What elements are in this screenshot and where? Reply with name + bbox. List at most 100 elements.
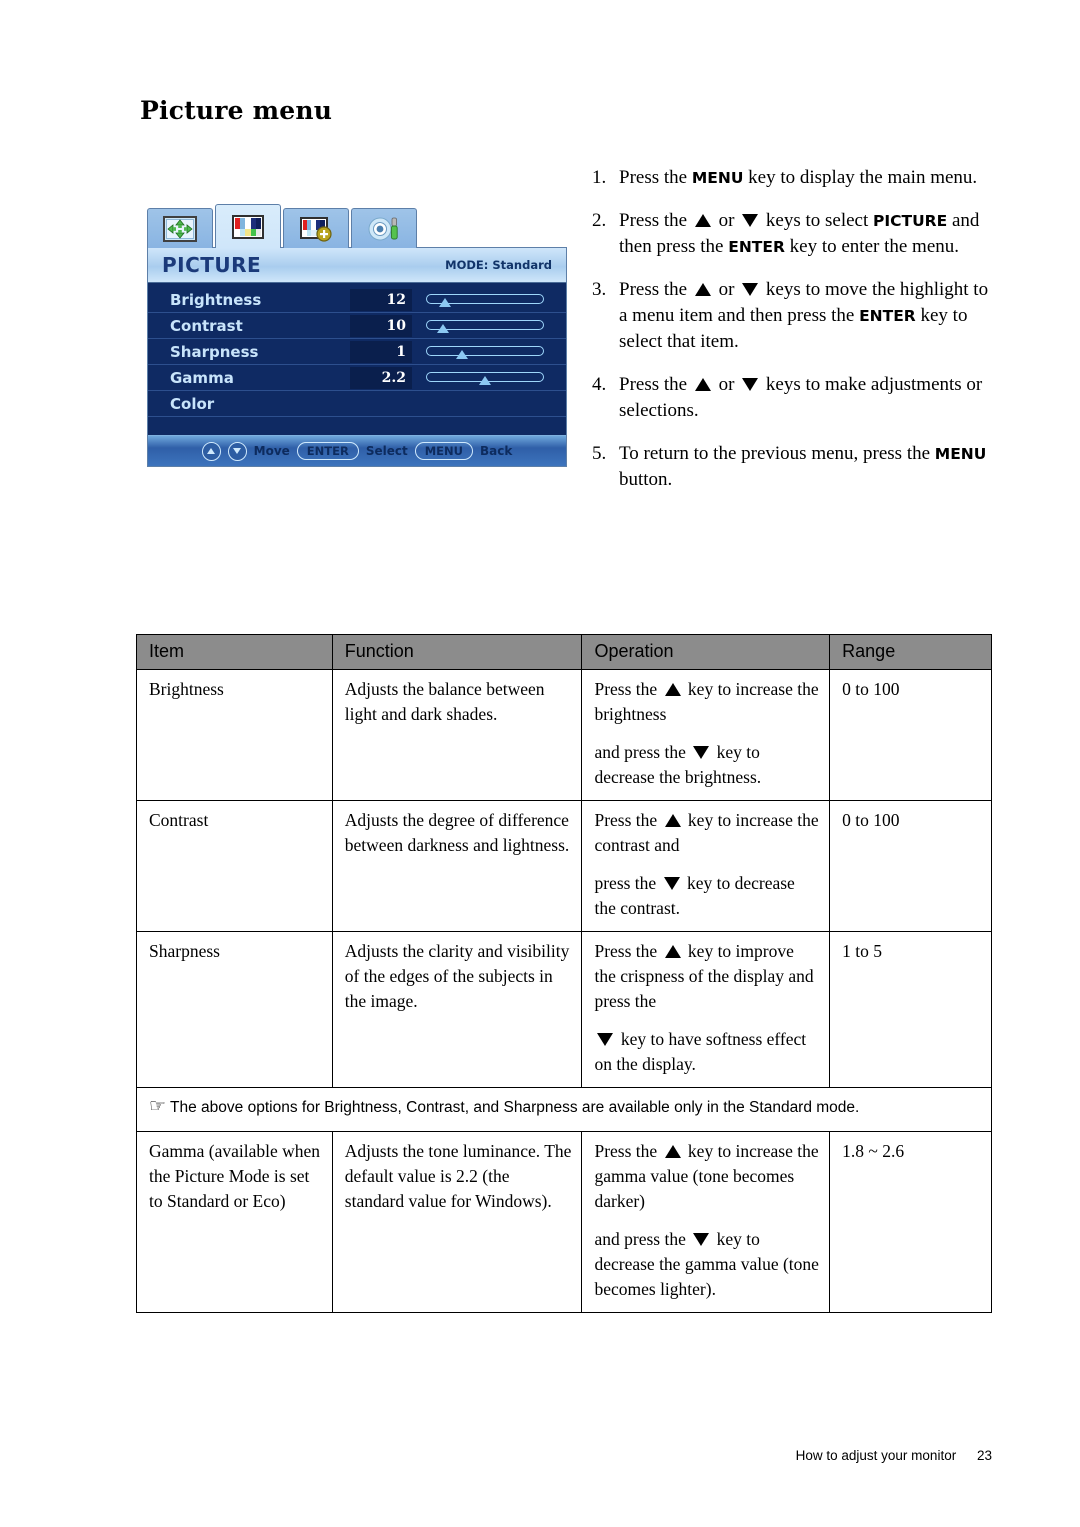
gear-screwdriver-icon xyxy=(368,217,398,240)
osd-item-label: Contrast xyxy=(170,316,243,335)
operation-paragraph: and press the key to decrease the bright… xyxy=(594,742,762,787)
operation-paragraph: press the key to decrease the contrast. xyxy=(594,873,795,918)
table-header-row: Item Function Operation Range xyxy=(136,634,992,670)
osd-up-button[interactable] xyxy=(201,441,221,461)
cell-range: 0 to 100 xyxy=(829,669,992,801)
triangle-up-icon xyxy=(664,945,681,958)
cell-function: Adjusts the degree of difference between… xyxy=(331,800,583,932)
osd-down-button[interactable] xyxy=(227,441,247,461)
key-name: ENTER xyxy=(728,238,785,256)
cell-operation: Press the key to improve the crispness o… xyxy=(581,931,831,1088)
operation-paragraph: Press the key to improve the crispness o… xyxy=(594,941,814,1011)
table-row: Brightness Adjusts the balance between li… xyxy=(136,669,992,801)
step-number: 4. xyxy=(592,374,607,395)
table-note-row: ☞ The above options for Brightness, Contr… xyxy=(136,1087,992,1132)
osd-item-value: 2.2 xyxy=(350,366,412,389)
osd-tab-display[interactable] xyxy=(147,208,213,248)
function-paragraph: Adjusts the tone luminance. The default … xyxy=(344,1141,572,1211)
triangle-down-icon xyxy=(663,877,680,890)
osd-item-label: Color xyxy=(170,394,215,413)
operation-paragraph: key to have softness effect on the displ… xyxy=(594,1029,807,1074)
triangle-down-icon xyxy=(742,378,759,391)
page-footer: How to adjust your monitor 23 xyxy=(796,1448,992,1463)
step-text: Press the or keys to select PICTURE and … xyxy=(619,210,980,257)
triangle-down-icon xyxy=(742,283,759,296)
triangle-down-icon xyxy=(597,1033,614,1046)
osd-item-slider[interactable] xyxy=(426,318,544,334)
cell-operation: Press the key to increase the contrast a… xyxy=(581,800,831,932)
page-title: Picture menu xyxy=(140,96,333,125)
function-paragraph: Adjusts the balance between light and da… xyxy=(344,679,545,724)
table-header-operation: Operation xyxy=(581,634,831,670)
step-number: 3. xyxy=(592,279,607,300)
triangle-up-icon xyxy=(664,683,681,696)
osd-item-label: Brightness xyxy=(170,290,262,309)
triangle-down-icon xyxy=(693,746,710,759)
slider-knob[interactable] xyxy=(436,323,449,333)
table-row: Sharpness Adjusts the clarity and visibil… xyxy=(136,931,992,1088)
footer-section-label: How to adjust your monitor xyxy=(795,1448,957,1463)
osd-item-label: Gamma xyxy=(170,368,234,387)
osd-item-gamma[interactable]: Gamma 2.2 xyxy=(148,365,566,391)
picture-menu-table: Item Function Operation Range Brightness… xyxy=(136,634,992,1313)
osd-item-value: 10 xyxy=(350,314,412,337)
cell-range: 1 to 5 xyxy=(829,931,992,1088)
table-body: Brightness Adjusts the balance between li… xyxy=(136,669,992,1313)
triangle-up-icon xyxy=(694,214,711,227)
osd-item-brightness[interactable]: Brightness 12 xyxy=(148,287,566,313)
osd-select-label: Select xyxy=(365,444,408,458)
osd-move-label: Move xyxy=(253,444,290,458)
osd-list-spacer xyxy=(148,417,566,435)
cell-function: Adjusts the tone luminance. The default … xyxy=(331,1131,583,1313)
instruction-step-4: 4. Press the or keys to make adjustments … xyxy=(592,372,992,424)
note-cell: ☞ The above options for Brightness, Contr… xyxy=(136,1087,992,1132)
slider-knob[interactable] xyxy=(438,297,451,307)
footer-page-number: 23 xyxy=(976,1448,992,1463)
operation-paragraph: Press the key to increase the brightness xyxy=(594,679,819,724)
osd-item-slider[interactable] xyxy=(426,344,544,360)
osd-tab-picture-advanced[interactable] xyxy=(283,208,349,248)
triangle-up-icon xyxy=(664,1145,681,1158)
osd-enter-button[interactable]: ENTER xyxy=(296,442,359,460)
osd-menu-button[interactable]: MENU xyxy=(414,442,473,460)
cell-item: Sharpness xyxy=(136,931,333,1088)
osd-item-slider[interactable] xyxy=(426,370,544,386)
cell-range: 0 to 100 xyxy=(829,800,992,932)
cell-operation: Press the key to increase the gamma valu… xyxy=(581,1131,831,1313)
key-name: PICTURE xyxy=(873,212,948,230)
osd-item-color[interactable]: Color xyxy=(148,391,566,417)
instruction-step-3: 3. Press the or keys to move the highligh… xyxy=(592,277,992,355)
triangle-up-icon xyxy=(694,283,711,296)
osd-footer-bar: Move ENTER Select MENU Back xyxy=(148,435,566,466)
slider-knob[interactable] xyxy=(455,349,468,359)
color-bars-icon xyxy=(232,214,264,239)
instruction-step-2: 2. Press the or keys to select PICTURE an… xyxy=(592,208,992,260)
operation-paragraph: Press the key to increase the gamma valu… xyxy=(594,1141,819,1211)
key-name: MENU xyxy=(691,169,744,187)
osd-back-label: Back xyxy=(480,444,513,458)
osd-item-label: Sharpness xyxy=(170,342,259,361)
instruction-steps: 1. Press the MENU key to display the main… xyxy=(592,165,992,510)
osd-tab-picture[interactable] xyxy=(215,204,281,248)
osd-item-sharpness[interactable]: Sharpness 1 xyxy=(148,339,566,365)
table-row: Contrast Adjusts the degree of difference… xyxy=(136,800,992,932)
osd-screenshot: PICTURE MODE: Standard Brightness 12 Con… xyxy=(147,203,567,467)
osd-item-list: Brightness 12 Contrast 10 Sharpness 1 Ga… xyxy=(148,283,566,435)
osd-tab-system[interactable] xyxy=(351,208,417,248)
osd-tab-bar xyxy=(147,203,567,248)
table-header-function: Function xyxy=(331,634,583,670)
function-paragraph: Adjusts the clarity and visibility of th… xyxy=(344,941,570,1011)
step-text: Press the or keys to move the highlight … xyxy=(619,279,989,352)
osd-item-contrast[interactable]: Contrast 10 xyxy=(148,313,566,339)
cell-item: Contrast xyxy=(136,800,333,932)
triangle-up-icon xyxy=(694,378,711,391)
pointing-hand-icon: ☞ xyxy=(149,1095,167,1117)
step-text: To return to the previous menu, press th… xyxy=(619,443,987,490)
table-row: Gamma (available when the Picture Mode i… xyxy=(136,1131,992,1313)
osd-mode-label: MODE: Standard xyxy=(445,258,552,272)
slider-knob[interactable] xyxy=(479,375,491,385)
cell-function: Adjusts the balance between light and da… xyxy=(331,669,583,801)
cell-function: Adjusts the clarity and visibility of th… xyxy=(331,931,583,1088)
osd-item-slider[interactable] xyxy=(426,292,544,308)
step-text: Press the or keys to make adjustments or… xyxy=(619,374,983,421)
